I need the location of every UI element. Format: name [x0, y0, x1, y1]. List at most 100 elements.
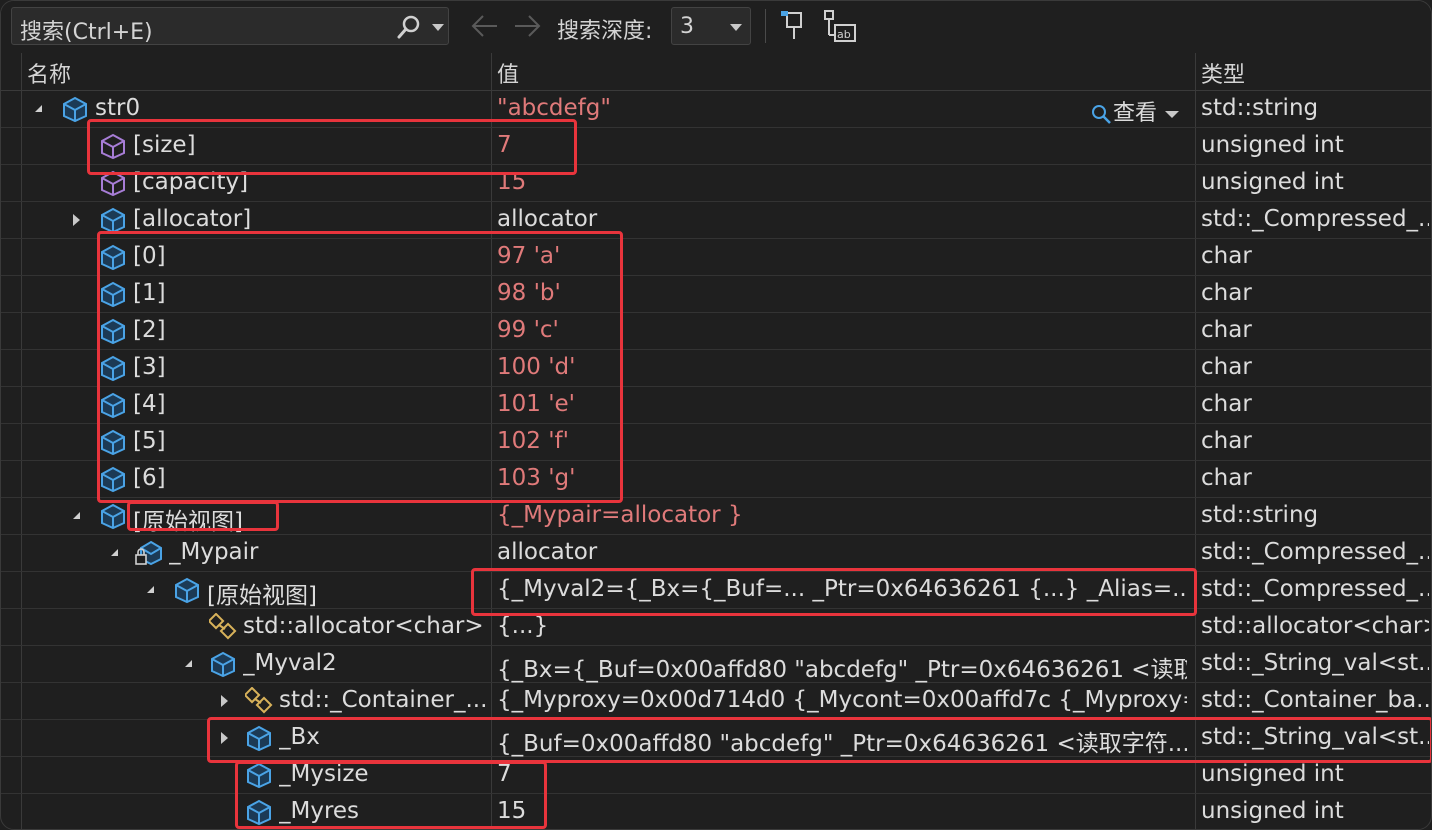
chevron-down-icon — [1165, 110, 1180, 118]
row-type: std::_Compressed_... — [1201, 539, 1429, 565]
search-depth-select[interactable]: 3 — [671, 7, 751, 45]
row-type: unsigned int — [1201, 169, 1344, 195]
toolbar: 搜索(Ctrl+E) 搜索深度: 3 ab — [1, 1, 1431, 53]
search-placeholder: 搜索(Ctrl+E) — [20, 20, 153, 45]
table-row[interactable]: _Bx {_Buf=0x00affd80 "abcdefg" _Ptr=0x64… — [1, 720, 1431, 757]
row-type: std::string — [1201, 95, 1319, 121]
row-value: {_Myproxy=0x00d714d0 {_Mycont=0x00affd7c… — [497, 687, 1187, 713]
row-value: 99 'c' — [497, 317, 559, 343]
row-name: [capacity] — [133, 169, 249, 195]
table-row[interactable]: [size] 7 unsigned int — [1, 128, 1431, 165]
row-type: unsigned int — [1201, 761, 1344, 787]
svg-text:ab: ab — [837, 28, 851, 41]
table-row[interactable]: std::_Container_... {_Myproxy=0x00d714d0… — [1, 683, 1431, 720]
row-type: char — [1201, 280, 1252, 306]
table-row[interactable]: [0] 97 'a' char — [1, 239, 1431, 276]
row-value: 103 'g' — [497, 465, 576, 491]
object-icon — [211, 651, 235, 678]
collapse-icon[interactable] — [147, 586, 154, 593]
row-name: _Mysize — [279, 761, 369, 787]
object-icon — [101, 244, 125, 271]
row-value: 98 'b' — [497, 280, 561, 306]
row-name: [5] — [133, 428, 166, 454]
collapse-icon[interactable] — [35, 105, 42, 112]
search-dropdown-icon[interactable] — [432, 24, 444, 31]
forward-arrow-icon[interactable] — [511, 11, 543, 41]
row-value: {_Buf=0x00affd80 "abcdefg" _Ptr=0x646362… — [497, 731, 1187, 757]
collapse-icon[interactable] — [111, 549, 118, 556]
hexadecimal-display-icon[interactable]: ab — [823, 9, 857, 43]
row-value: 15 — [497, 169, 527, 195]
view-visualizer-button[interactable]: 查看 — [1089, 95, 1180, 127]
row-name: str0 — [95, 95, 141, 121]
search-input[interactable]: 搜索(Ctrl+E) — [11, 7, 449, 45]
row-name: [3] — [133, 354, 166, 380]
expand-icon[interactable] — [221, 732, 228, 744]
row-name: std::_Container_... — [279, 687, 487, 713]
row-value: 15 — [497, 798, 527, 824]
row-type: unsigned int — [1201, 798, 1344, 824]
expand-icon[interactable] — [221, 695, 228, 707]
row-name: [2] — [133, 317, 166, 343]
row-value: "abcdefg" — [497, 95, 611, 121]
row-type: char — [1201, 243, 1252, 269]
table-row[interactable]: [原始视图] {_Myval2={_Bx={_Buf=... _Ptr=0x64… — [1, 572, 1431, 609]
table-row[interactable]: _Myres 15 unsigned int — [1, 794, 1431, 829]
table-row[interactable]: [3] 100 'd' char — [1, 350, 1431, 387]
row-name: _Myval2 — [243, 650, 337, 676]
row-value: {...} — [497, 613, 549, 639]
row-type: char — [1201, 428, 1252, 454]
collapse-icon[interactable] — [73, 512, 80, 519]
base-class-icon — [245, 687, 273, 714]
private-object-icon — [135, 540, 162, 566]
table-row[interactable]: [4] 101 'e' char — [1, 387, 1431, 424]
row-name: [4] — [133, 391, 166, 417]
row-type: char — [1201, 317, 1252, 343]
row-name: _Bx — [279, 724, 320, 750]
table-row[interactable]: str0 "abcdefg" 查看 std::string — [1, 91, 1431, 128]
row-value: 97 'a' — [497, 243, 561, 269]
property-icon — [101, 170, 125, 197]
row-type: char — [1201, 354, 1252, 380]
object-icon — [101, 281, 125, 308]
search-icon[interactable] — [396, 14, 422, 40]
table-row[interactable]: [2] 99 'c' char — [1, 313, 1431, 350]
table-row[interactable]: [allocator] allocator std::_Compressed_.… — [1, 202, 1431, 239]
object-icon — [101, 429, 125, 456]
row-value: 101 'e' — [497, 391, 576, 417]
row-name: [原始视图] — [207, 583, 317, 609]
row-name: [allocator] — [133, 206, 252, 232]
object-icon — [101, 207, 125, 234]
column-header-type[interactable]: 类型 — [1201, 57, 1245, 89]
base-class-icon — [209, 613, 237, 640]
object-icon — [101, 355, 125, 382]
row-type: std::string — [1201, 502, 1319, 528]
column-header-name[interactable]: 名称 — [27, 57, 71, 89]
magnifier-icon — [1092, 105, 1111, 124]
row-value: 7 — [497, 761, 512, 787]
table-row[interactable]: [6] 103 'g' char — [1, 461, 1431, 498]
table-row[interactable]: [原始视图] {_Mypair=allocator } std::string — [1, 498, 1431, 535]
table-row[interactable]: [5] 102 'f' char — [1, 424, 1431, 461]
table-row[interactable]: _Myval2 {_Bx={_Buf=0x00affd80 "abcdefg" … — [1, 646, 1431, 683]
pin-icon[interactable] — [779, 9, 809, 43]
table-row[interactable]: [capacity] 15 unsigned int — [1, 165, 1431, 202]
row-name: std::allocator<char> — [243, 613, 484, 639]
table-row[interactable]: std::allocator<char> {...} std::allocato… — [1, 609, 1431, 646]
collapse-icon[interactable] — [185, 660, 192, 667]
search-depth-label: 搜索深度: — [557, 19, 653, 44]
table-row[interactable]: _Mysize 7 unsigned int — [1, 757, 1431, 794]
expand-icon[interactable] — [73, 214, 80, 226]
back-arrow-icon[interactable] — [469, 11, 501, 41]
row-type: char — [1201, 465, 1252, 491]
table-row[interactable]: [1] 98 'b' char — [1, 276, 1431, 313]
row-name: [size] — [133, 132, 196, 158]
row-type: unsigned int — [1201, 132, 1344, 158]
row-type: std::_String_val<st... — [1201, 724, 1429, 750]
row-value: 100 'd' — [497, 354, 576, 380]
row-type: char — [1201, 391, 1252, 417]
row-type: std::_String_val<st... — [1201, 650, 1429, 676]
table-row[interactable]: _Mypair allocator std::_Compressed_... — [1, 535, 1431, 572]
row-type: std::_Compressed_... — [1201, 206, 1429, 232]
column-header-value[interactable]: 值 — [497, 57, 519, 89]
